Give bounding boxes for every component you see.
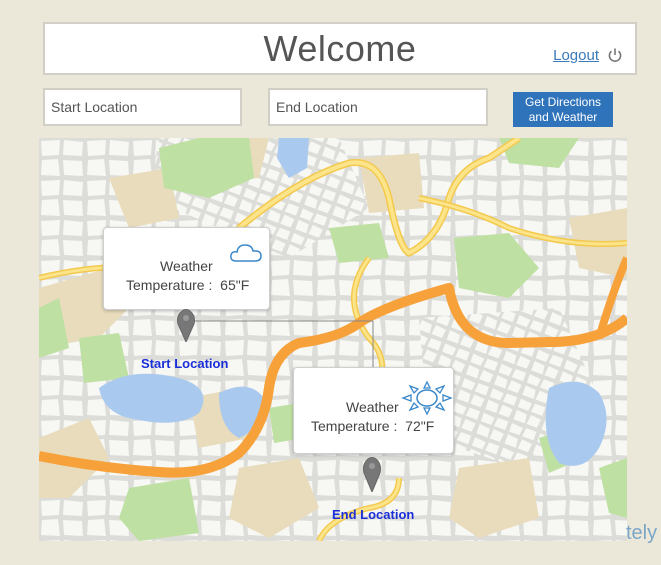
page-title: Welcome [263,28,417,69]
map-view[interactable]: Weather Temperature : 65"F Start Locatio… [39,138,627,541]
sun-icon [401,380,453,416]
temperature-value: 72"F [405,418,435,434]
header-bar: Welcome Logout [43,22,637,75]
map-background [39,138,627,541]
weather-label: Weather [346,399,399,415]
temperature-readout: Temperature : 72"F [311,418,434,434]
temperature-readout: Temperature : 65"F [126,277,249,293]
logout-link[interactable]: Logout [553,47,599,64]
end-location-input[interactable] [268,88,488,126]
end-weather-callout: Weather Temperature : 72"F [293,367,454,454]
temperature-label: Temperature : [311,418,398,434]
brand-logo: tely [626,522,658,544]
end-location-label: End Location [332,507,415,522]
start-weather-callout: Weather Temperature : 65"F [103,227,270,310]
cloud-icon [230,244,262,262]
start-location-label: Start Location [141,356,229,371]
end-pin-icon[interactable] [362,456,382,492]
power-icon[interactable] [607,47,623,63]
temperature-value: 65"F [220,277,250,293]
start-location-input[interactable] [43,88,242,126]
weather-label: Weather [160,258,213,274]
get-directions-weather-button[interactable]: Get Directions and Weather [513,92,613,127]
start-pin-icon[interactable] [176,308,196,342]
temperature-label: Temperature : [126,277,213,293]
